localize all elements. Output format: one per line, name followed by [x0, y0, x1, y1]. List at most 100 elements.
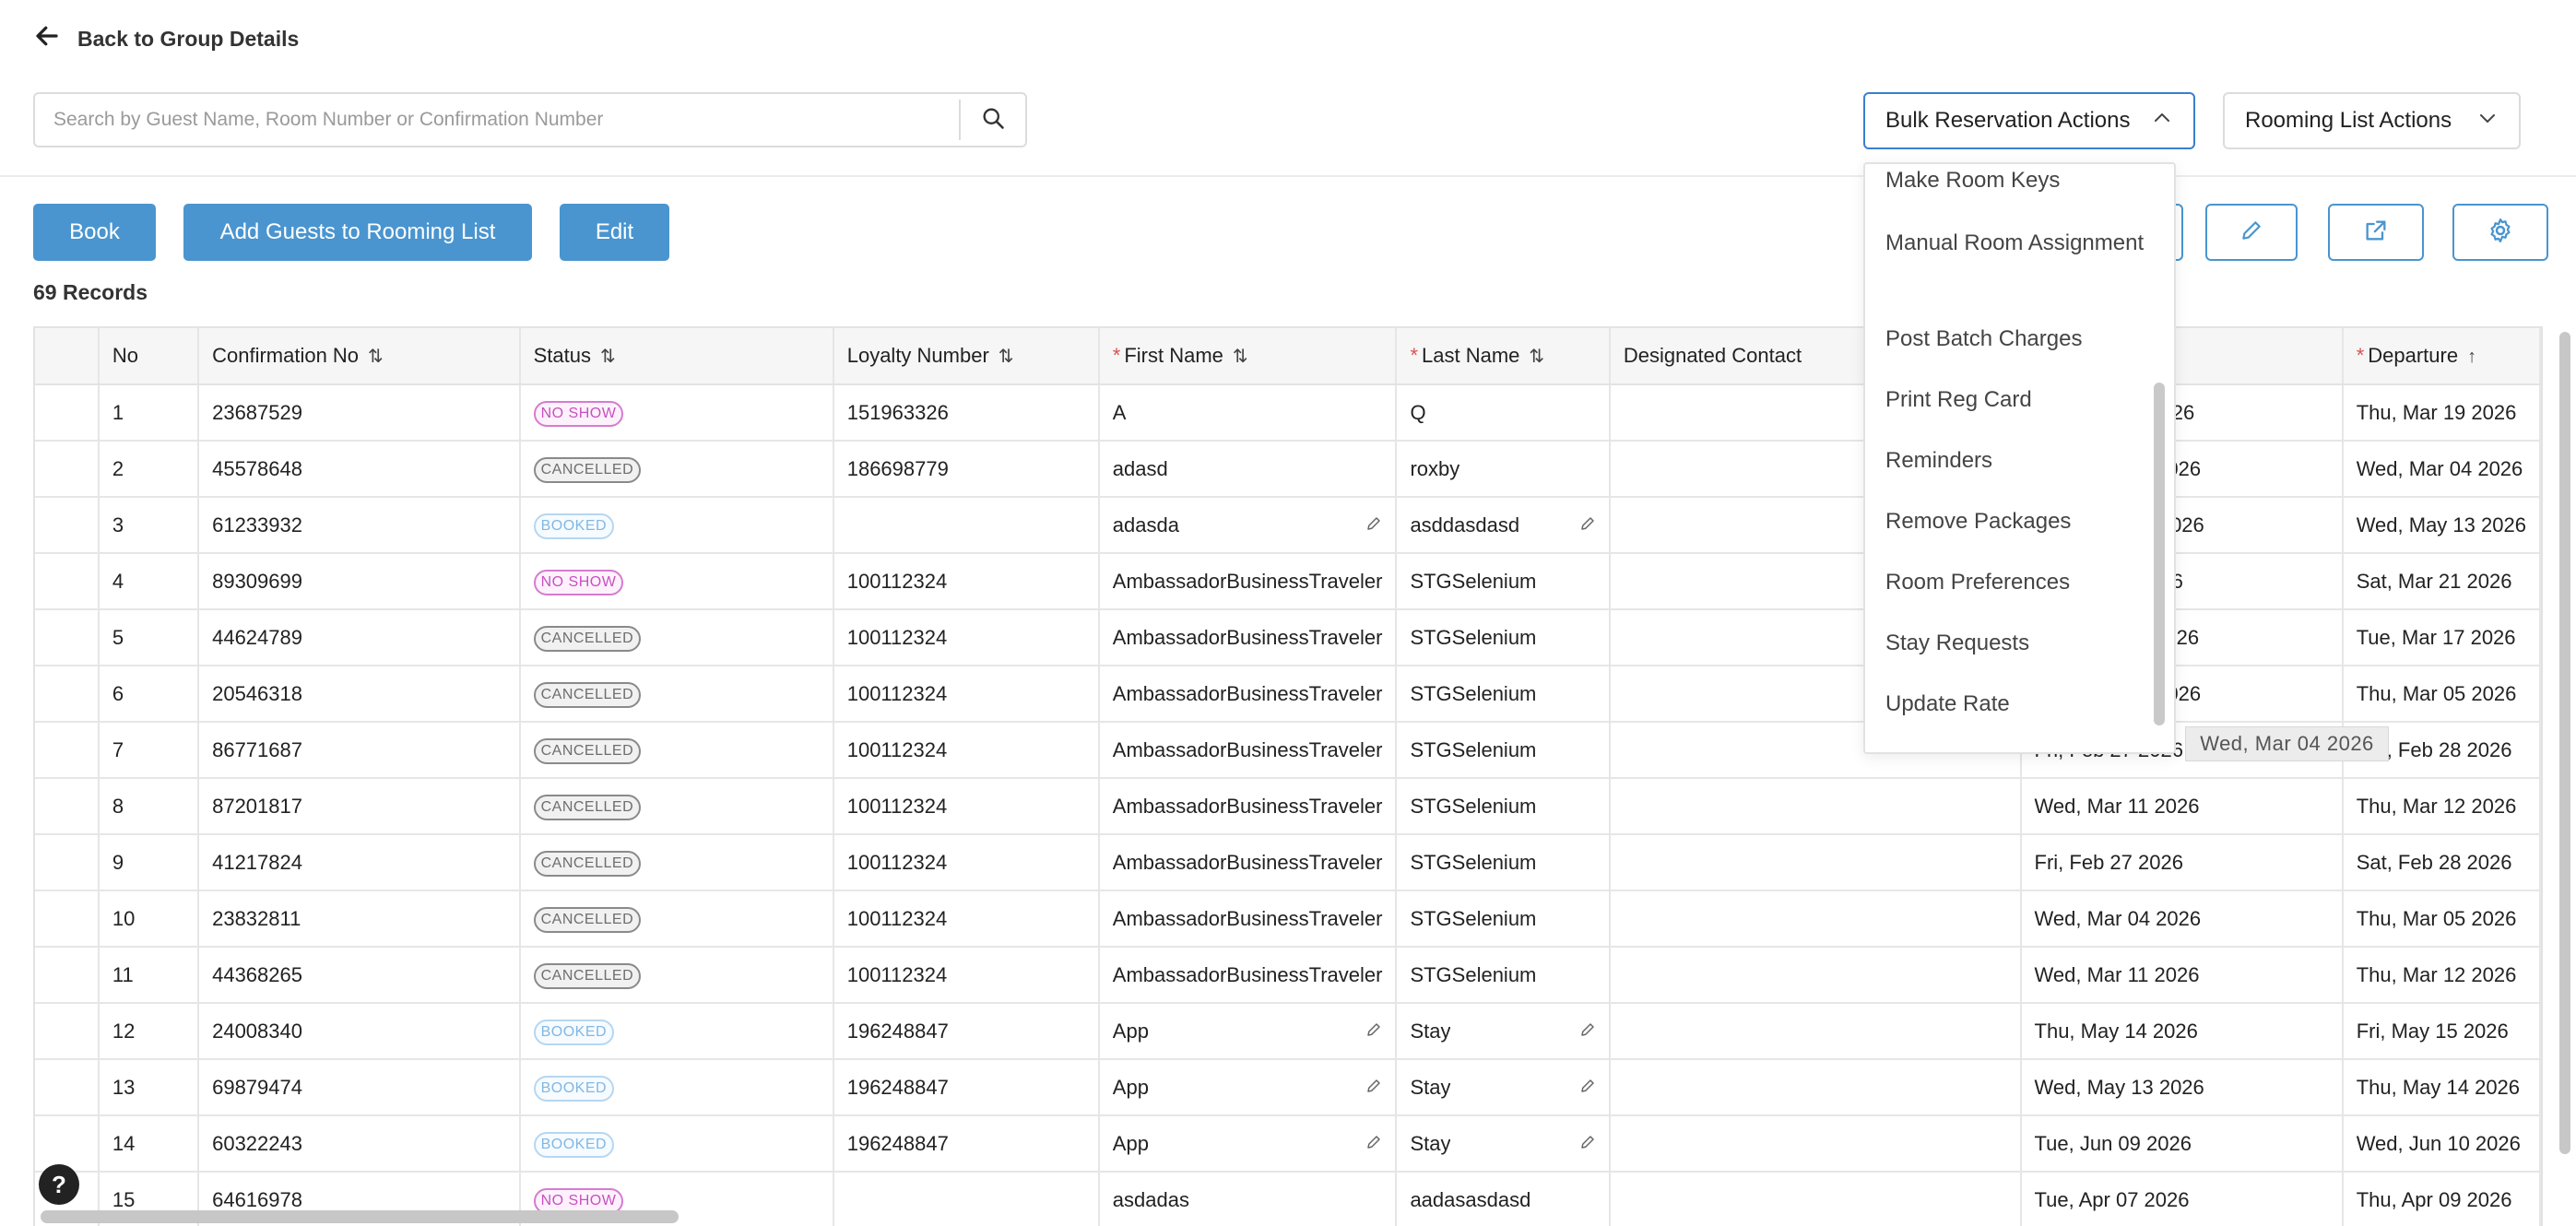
table-row[interactable]: 12 24008340 BOOKED 196248847 App Stay Thu, May…: [35, 1003, 2541, 1060]
confirmation-number[interactable]: 41217824: [198, 834, 521, 891]
confirmation-number[interactable]: 24008340: [198, 1003, 521, 1060]
help-button[interactable]: ?: [39, 1164, 79, 1205]
last-name-cell[interactable]: Stay: [1396, 1115, 1611, 1173]
last-name-column-header[interactable]: * Last Name ⇅: [1396, 328, 1611, 385]
table-row[interactable]: 13 69879474 BOOKED 196248847 App Stay Wed, May…: [35, 1059, 2541, 1116]
row-number: 8: [98, 778, 200, 835]
row-select-cell[interactable]: [35, 890, 100, 948]
rooming-list-actions-select[interactable]: Rooming List Actions: [2223, 92, 2521, 149]
row-select-cell[interactable]: [35, 609, 100, 666]
pencil-icon[interactable]: [1365, 1020, 1382, 1043]
confirmation-number[interactable]: 61233932: [198, 497, 521, 554]
bulk-reservation-actions-select[interactable]: Bulk Reservation Actions: [1863, 92, 2195, 149]
last-name-value: STGSelenium: [1410, 962, 1537, 986]
add-guests-button[interactable]: Add Guests to Rooming List: [183, 204, 532, 261]
menu-item-post-batch-charges[interactable]: Post Batch Charges: [1885, 323, 2153, 356]
table-row[interactable]: 14 60322243 BOOKED 196248847 App Stay Tue, Jun…: [35, 1115, 2541, 1173]
confirmation-number[interactable]: 23687529: [198, 384, 521, 442]
pencil-icon[interactable]: [1579, 513, 1596, 537]
departure-date: Sat, Mar 21 2026: [2342, 553, 2541, 610]
row-select-cell[interactable]: [35, 666, 100, 723]
row-select-cell[interactable]: [35, 497, 100, 554]
first-name-value: App: [1112, 1019, 1149, 1043]
first-name-cell[interactable]: App: [1098, 1059, 1398, 1116]
first-name-cell: asdadas: [1098, 1172, 1398, 1226]
back-label: Back to Group Details: [77, 26, 300, 51]
required-marker: *: [1112, 344, 1121, 367]
menu-item-room-preferences[interactable]: Room Preferences: [1885, 566, 2153, 599]
sort-icon: ↑: [2467, 347, 2477, 367]
pencil-icon[interactable]: [1579, 1076, 1596, 1100]
row-number: 10: [98, 890, 200, 948]
row-number: 14: [98, 1115, 200, 1173]
menu-item-print-reg-card[interactable]: Print Reg Card: [1885, 383, 2153, 417]
last-name-cell[interactable]: asddasdasd: [1396, 497, 1611, 554]
table-row[interactable]: 10 23832811 CANCELLED 100112324 AmbassadorBu…: [35, 890, 2541, 948]
table-horizontal-scrollbar[interactable]: [41, 1210, 679, 1223]
menu-item-reminders[interactable]: Reminders: [1885, 444, 2153, 477]
menu-item-stay-requests[interactable]: Stay Requests: [1885, 627, 2153, 660]
menu-item-manual-room-assignment[interactable]: Manual Room Assignment: [1885, 227, 2153, 260]
last-name-value: Stay: [1410, 1131, 1451, 1155]
loyalty-column-header[interactable]: Loyalty Number ⇅: [833, 328, 1100, 385]
first-name-cell[interactable]: App: [1098, 1115, 1398, 1173]
table-vertical-scrollbar[interactable]: [2559, 332, 2570, 1154]
confirmation-number[interactable]: 60322243: [198, 1115, 521, 1173]
back-to-group-details-link[interactable]: Back to Group Details: [33, 20, 299, 57]
pencil-icon[interactable]: [1579, 1132, 1596, 1156]
confirmation-number[interactable]: 89309699: [198, 553, 521, 610]
status-column-header[interactable]: Status ⇅: [519, 328, 834, 385]
row-select-cell[interactable]: [35, 834, 100, 891]
table-row[interactable]: 9 41217824 CANCELLED 100112324 AmbassadorBus…: [35, 834, 2541, 891]
menu-item-remove-packages[interactable]: Remove Packages: [1885, 505, 2153, 538]
menu-item-make-room-keys[interactable]: Make Room Keys: [1885, 164, 2153, 197]
first-name-cell: adasd: [1098, 441, 1398, 498]
confirmation-number[interactable]: 44624789: [198, 609, 521, 666]
confirmation-number[interactable]: 44368265: [198, 947, 521, 1004]
pencil-icon[interactable]: [1365, 1132, 1382, 1156]
row-number: 7: [98, 722, 200, 779]
edit-button[interactable]: Edit: [560, 204, 669, 261]
first-name-cell[interactable]: adasda: [1098, 497, 1398, 554]
menu-scrollbar[interactable]: [2154, 383, 2165, 725]
row-select-cell[interactable]: [35, 553, 100, 610]
table-row[interactable]: 11 44368265 CANCELLED 100112324 AmbassadorBu…: [35, 947, 2541, 1004]
confirmation-number[interactable]: 20546318: [198, 666, 521, 723]
row-select-cell[interactable]: [35, 722, 100, 779]
first-name-value: asdadas: [1112, 1187, 1189, 1211]
open-external-button[interactable]: [2328, 204, 2424, 261]
table-row[interactable]: 8 87201817 CANCELLED 100112324 AmbassadorBus…: [35, 778, 2541, 835]
confirmation-number[interactable]: 45578648: [198, 441, 521, 498]
loyalty-number: 100112324: [833, 834, 1100, 891]
pencil-icon[interactable]: [1365, 513, 1382, 537]
row-select-cell[interactable]: [35, 1003, 100, 1060]
confirmation-column-header[interactable]: Confirmation No ⇅: [198, 328, 521, 385]
confirmation-number[interactable]: 87201817: [198, 778, 521, 835]
confirmation-number[interactable]: 86771687: [198, 722, 521, 779]
book-button[interactable]: Book: [33, 204, 156, 261]
row-select-cell[interactable]: [35, 384, 100, 442]
edit-icon-button[interactable]: [2205, 204, 2298, 261]
first-name-column-header[interactable]: * First Name ⇅: [1098, 328, 1398, 385]
first-name-cell[interactable]: App: [1098, 1003, 1398, 1060]
search-button[interactable]: [961, 94, 1025, 146]
last-name-cell[interactable]: Stay: [1396, 1059, 1611, 1116]
sort-icon: ⇅: [998, 347, 1014, 367]
last-name-cell[interactable]: Stay: [1396, 1003, 1611, 1060]
pencil-icon[interactable]: [1579, 1020, 1596, 1043]
row-select-cell[interactable]: [35, 441, 100, 498]
departure-column-header[interactable]: * Departure ↑: [2342, 328, 2541, 385]
settings-button[interactable]: [2452, 204, 2548, 261]
first-name-value: AmbassadorBusinessTraveler: [1112, 625, 1383, 649]
confirmation-number[interactable]: 69879474: [198, 1059, 521, 1116]
row-select-cell[interactable]: [35, 947, 100, 1004]
last-name-value: STGSelenium: [1410, 737, 1537, 761]
confirmation-number[interactable]: 23832811: [198, 890, 521, 948]
last-name-cell: STGSelenium: [1396, 778, 1611, 835]
row-select-cell[interactable]: [35, 1059, 100, 1116]
row-select-cell[interactable]: [35, 778, 100, 835]
search-input[interactable]: [35, 94, 959, 146]
menu-item-update-rate[interactable]: Update Rate: [1885, 688, 2153, 721]
pencil-icon[interactable]: [1365, 1076, 1382, 1100]
row-select-cell[interactable]: [35, 1115, 100, 1173]
